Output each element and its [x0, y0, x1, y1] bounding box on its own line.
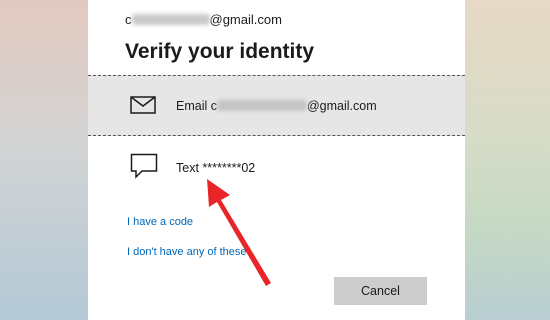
chat-bubble-icon [130, 153, 158, 184]
envelope-icon [130, 96, 156, 119]
option-email[interactable]: Email c @gmail.com [88, 75, 465, 136]
cancel-button[interactable]: Cancel [334, 277, 427, 305]
account-email-suffix: @gmail.com [209, 12, 282, 27]
redacted-text [216, 100, 307, 111]
verify-identity-dialog: c @gmail.com Verify your identity Email c… [88, 0, 465, 320]
option-text-label: Text ********02 [176, 161, 256, 175]
account-email: c @gmail.com [125, 12, 282, 27]
option-text[interactable]: Text ********02 [88, 137, 465, 197]
page-title: Verify your identity [125, 40, 315, 63]
dont-have-link[interactable]: I don't have any of these [127, 246, 247, 258]
have-code-link[interactable]: I have a code [127, 216, 193, 228]
background-right [465, 0, 550, 320]
redacted-text [131, 14, 210, 25]
option-email-label-prefix: Email c [176, 99, 217, 113]
option-email-label-suffix: @gmail.com [306, 99, 377, 113]
option-email-label: Email c @gmail.com [176, 99, 377, 113]
background-left [0, 0, 88, 320]
account-email-prefix: c [125, 12, 132, 27]
